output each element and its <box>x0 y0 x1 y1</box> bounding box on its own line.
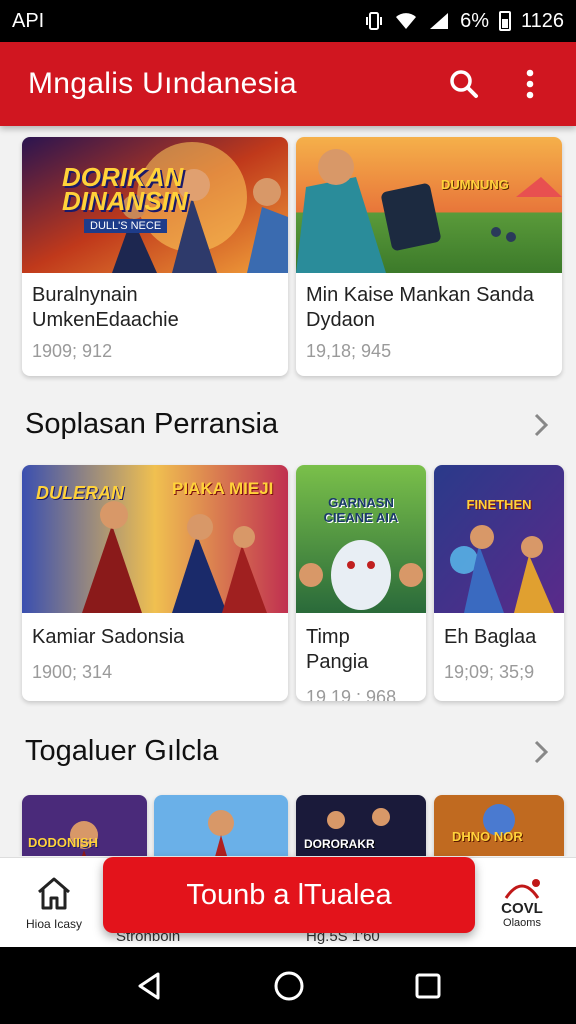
content-scroll[interactable]: DORIKAN DINANSIN DULL'S NECE Buralnynain… <box>0 126 576 856</box>
banner-title: DULERAN <box>36 483 124 503</box>
section-title: Togaluer Gılcla <box>25 735 219 767</box>
recents-icon[interactable] <box>414 972 442 1000</box>
chevron-right-icon[interactable] <box>528 412 554 438</box>
featured-card[interactable]: DORIKAN DINANSIN DULL'S NECE Buralnynain… <box>22 137 288 376</box>
game-name: Buralnynain <box>32 284 138 306</box>
home-icon <box>38 877 70 910</box>
banner-title: DUMNUNG <box>441 177 509 192</box>
game-thumbnail <box>154 795 288 856</box>
game-card[interactable]: GARNASN CIEANE AIA Timp Pangia 19,19 : 9… <box>296 465 426 701</box>
more-vert-icon <box>526 69 534 99</box>
clock: 1126 <box>520 9 564 32</box>
game-thumbnail: FINETHEN <box>434 465 564 613</box>
featured-card[interactable]: DUMNUNG Min Kaise Mankan Sanda Dydaon 19… <box>296 137 562 376</box>
banner-subtitle: DULL'S NECE <box>84 219 168 233</box>
game-thumbnail: DUMNUNG <box>296 137 562 273</box>
game-card[interactable] <box>154 795 288 856</box>
game-name-line2: Dydaon <box>306 309 375 331</box>
nav-home[interactable]: Hioa Icasy <box>14 858 94 948</box>
section-title: Soplasan Perransia <box>25 408 279 440</box>
game-meta: 1900; 314 <box>32 662 113 682</box>
app-title: Mngalis Uındanesia <box>28 67 297 100</box>
game-card[interactable]: DHNO NOR <box>434 795 564 856</box>
game-card[interactable]: DODONISH <box>22 795 147 856</box>
nav-home-label: Hioa Icasy <box>25 917 83 931</box>
banner-title: GARNASN CIEANE AIA <box>323 495 399 525</box>
system-navigation-bar <box>0 947 576 1024</box>
home-circle-icon[interactable] <box>273 970 305 1002</box>
nav-covl-label: COVL <box>501 899 543 917</box>
game-name: Kamiar Sadonsia <box>32 626 185 648</box>
search-button[interactable] <box>440 60 488 108</box>
more-options-button[interactable] <box>506 60 554 108</box>
game-meta: 19;09; 35;9 <box>444 662 535 682</box>
game-thumbnail: DULERAN PIAKA MIEJI <box>22 465 288 613</box>
game-thumbnail: DODONISH <box>22 795 147 856</box>
banner-title-2: PIAKA MIEJI <box>172 479 274 498</box>
signal-icon <box>430 13 449 29</box>
game-meta: 19,19 : 968 <box>306 687 397 701</box>
game-name: Min Kaise Mankan Sanda <box>306 284 534 306</box>
banner-title: DORORAKR <box>304 837 375 851</box>
status-bar: API 6% 1126 <box>0 0 576 42</box>
nav-covl[interactable]: COVL Olaoms <box>486 858 558 948</box>
wifi-icon <box>396 13 417 29</box>
battery-icon <box>498 11 511 31</box>
primary-cta-button[interactable]: Tounb a lTualea <box>103 857 475 933</box>
carrier-label: API <box>12 9 45 32</box>
game-thumbnail: DORORAKR <box>296 795 426 856</box>
game-thumbnail: DHNO NOR <box>434 795 564 856</box>
search-icon <box>450 70 478 98</box>
game-name: Eh Baglaa <box>444 626 537 648</box>
vibrate-icon <box>366 12 383 30</box>
game-thumbnail: DORIKAN DINANSIN DULL'S NECE <box>22 137 288 273</box>
app-bar: Mngalis Uındanesia <box>0 42 576 126</box>
battery-percent: 6% <box>460 9 489 32</box>
game-name-line2: UmkenEdaachie <box>32 309 179 331</box>
game-meta: 19,18; 945 <box>306 341 392 361</box>
cover-icon <box>504 878 540 899</box>
banner-title: FINETHEN <box>466 497 532 512</box>
banner-title: DORIKAN DINANSIN <box>62 162 188 216</box>
nav-covl-sublabel: Olaoms <box>503 916 541 929</box>
game-name: Timp Pangia <box>306 626 369 673</box>
back-icon[interactable] <box>134 971 164 1001</box>
banner-title: DODONISH <box>28 835 99 850</box>
game-meta: 1909; 912 <box>32 341 113 361</box>
game-card[interactable]: DORORAKR <box>296 795 426 856</box>
game-card[interactable]: FINETHEN Eh Baglaa 19;09; 35;9 <box>434 465 564 701</box>
game-card[interactable]: DULERAN PIAKA MIEJI Kamiar Sadonsia 1900… <box>22 465 288 701</box>
chevron-right-icon[interactable] <box>528 739 554 765</box>
banner-title: DHNO NOR <box>452 829 523 844</box>
game-thumbnail: GARNASN CIEANE AIA <box>296 465 426 613</box>
